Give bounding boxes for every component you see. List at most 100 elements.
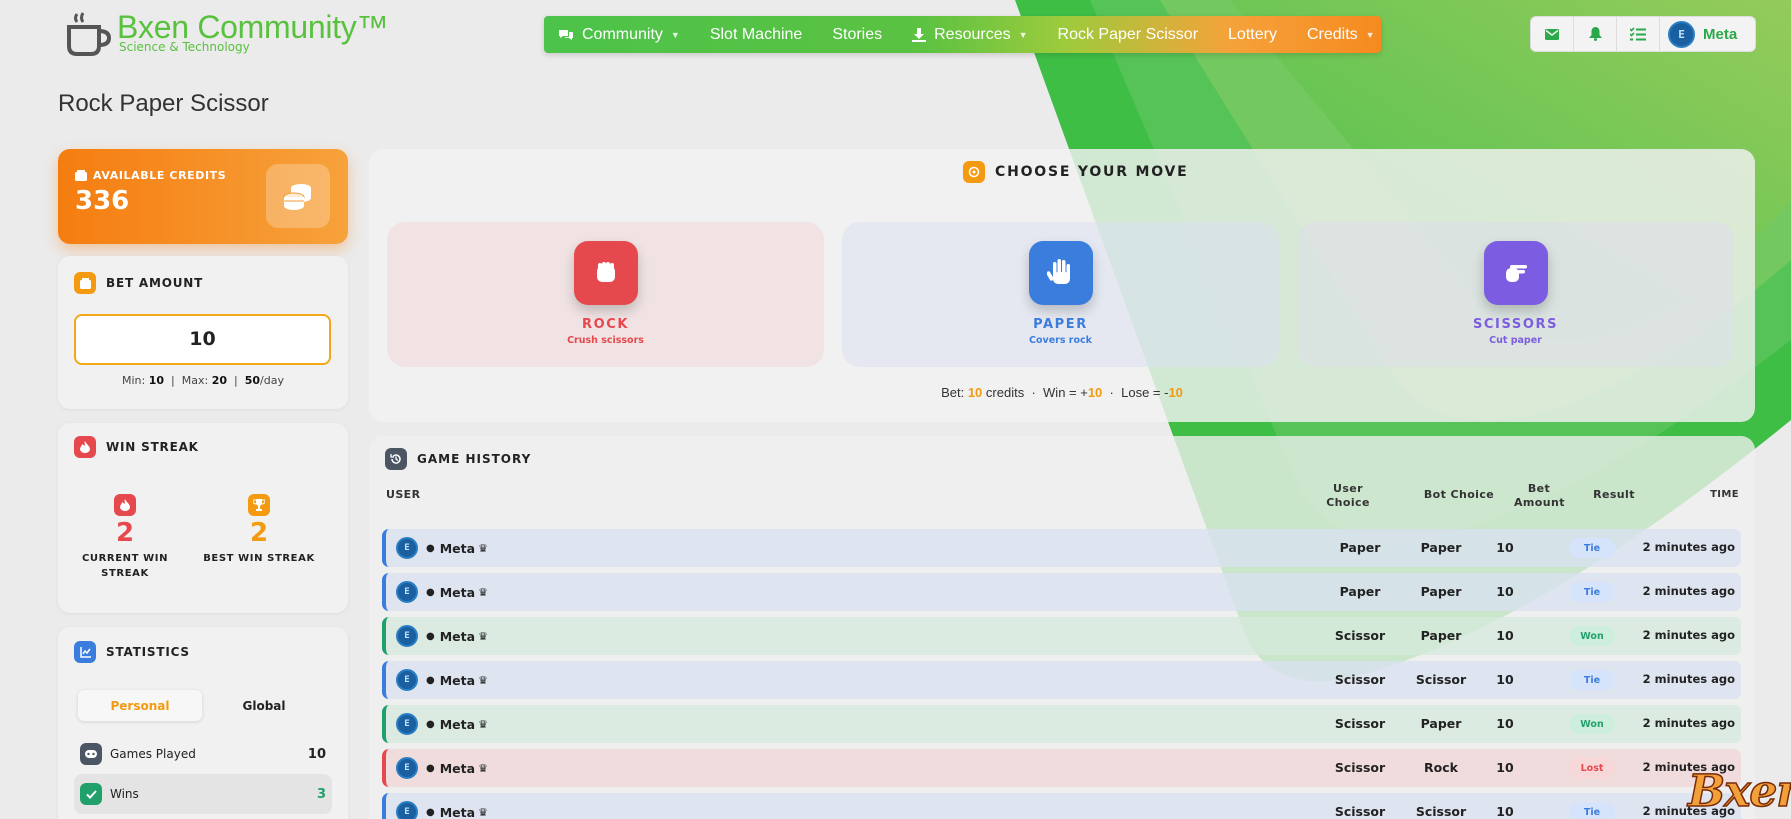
chat-icon xyxy=(559,29,573,40)
nav-item-credits[interactable]: Credits ▼ xyxy=(1307,26,1375,44)
crosshair-icon xyxy=(963,161,985,183)
move-description: Crush scissors xyxy=(567,335,644,346)
flame-icon xyxy=(114,494,136,516)
row-username: Meta xyxy=(439,804,476,819)
row-bot-choice: Scissor xyxy=(1415,804,1467,819)
stat-value: 10 xyxy=(307,746,326,762)
move-scissors-button[interactable]: SCISSORS Cut paper xyxy=(1297,222,1734,367)
nav-item-stories[interactable]: Stories xyxy=(832,26,882,44)
row-user[interactable]: E ● Meta ♛ xyxy=(396,801,488,819)
nav-item-community[interactable]: Community ▼ xyxy=(558,26,680,44)
row-username: Meta xyxy=(439,760,476,776)
nav-item-label: Credits xyxy=(1306,25,1358,43)
avatar: E xyxy=(396,537,418,559)
row-user-choice: Scissor xyxy=(1334,672,1386,687)
current-win-streak: 2 CURRENT WIN STREAK xyxy=(58,494,192,581)
open-hand-icon xyxy=(1028,241,1093,305)
row-bot-choice: Paper xyxy=(1420,716,1462,731)
row-user[interactable]: E ● Meta ♛ xyxy=(396,713,488,735)
table-row: E ● Meta ♛ Scissor Scissor 10 Tie 2 minutes ago xyxy=(382,793,1741,819)
check-icon xyxy=(80,783,102,805)
nav-item-lottery[interactable]: Lottery xyxy=(1228,26,1277,44)
brand-name: Bxen Community™ xyxy=(117,9,389,45)
row-time: 2 minutes ago xyxy=(1642,540,1735,554)
stat-wins: Wins 3 xyxy=(74,774,332,814)
row-user-choice: Scissor xyxy=(1334,716,1386,731)
brand[interactable]: Bxen Community™ Science & Technology xyxy=(65,10,388,56)
move-name: PAPER xyxy=(1033,317,1088,332)
status-badge: Won xyxy=(1569,714,1615,734)
row-bet-amount: 10 xyxy=(1496,760,1514,775)
game-history-title: GAME HISTORY xyxy=(417,452,532,466)
column-header-bet-amount: Bet Amount xyxy=(1514,482,1565,509)
crown-icon: ♛ xyxy=(478,717,488,731)
row-bet-amount: 10 xyxy=(1496,804,1514,819)
status-badge: Lost xyxy=(1569,758,1615,778)
avatar: E xyxy=(396,757,418,779)
statistics-tabs: Personal Global xyxy=(78,690,348,721)
row-bot-choice: Scissor xyxy=(1415,672,1467,687)
row-user[interactable]: E ● Meta ♛ xyxy=(396,757,488,779)
user-menu[interactable]: E Meta xyxy=(1660,20,1737,48)
status-badge: Tie xyxy=(1569,670,1615,690)
row-time: 2 minutes ago xyxy=(1642,672,1735,686)
notifications-button[interactable] xyxy=(1574,16,1617,52)
apple-icon: ● xyxy=(426,806,435,818)
scissors-hand-icon xyxy=(1483,241,1548,305)
avatar: E xyxy=(396,625,418,647)
nav-item-slot-machine[interactable]: Slot Machine xyxy=(710,26,803,44)
messages-button[interactable] xyxy=(1531,16,1574,52)
status-badge: Tie xyxy=(1569,538,1615,558)
avatar: E xyxy=(1668,20,1695,48)
win-streak-card: WIN STREAK 2 CURRENT WIN STREAK 2 BEST W… xyxy=(58,423,348,613)
coins-icon xyxy=(266,164,330,228)
envelope-icon xyxy=(1545,28,1559,40)
nav-item-rock-paper-scissor[interactable]: Rock Paper Scissor xyxy=(1058,26,1199,44)
bet-icon xyxy=(74,272,96,294)
row-bet-amount: 10 xyxy=(1496,672,1514,687)
crown-icon: ♛ xyxy=(478,673,488,687)
current-win-streak-value: 2 xyxy=(115,518,135,548)
row-username: Meta xyxy=(439,540,476,556)
stat-value: 3 xyxy=(316,786,326,802)
row-time: 2 minutes ago xyxy=(1642,716,1735,730)
move-description: Covers rock xyxy=(1029,335,1092,346)
row-username: Meta xyxy=(439,716,476,732)
row-user[interactable]: E ● Meta ♛ xyxy=(396,581,488,603)
row-user-choice: Scissor xyxy=(1334,628,1386,643)
row-bot-choice: Paper xyxy=(1420,628,1462,643)
column-header-user-choice: User Choice xyxy=(1326,482,1370,509)
nav-item-resources[interactable]: Resources ▼ xyxy=(912,26,1028,44)
bet-amount-input[interactable]: 10 xyxy=(74,314,331,365)
row-bet-amount: 10 xyxy=(1496,628,1514,643)
tab-personal[interactable]: Personal xyxy=(78,690,202,721)
row-bet-amount: 10 xyxy=(1496,584,1514,599)
row-user[interactable]: E ● Meta ♛ xyxy=(396,669,488,691)
row-user[interactable]: E ● Meta ♛ xyxy=(396,537,488,559)
apple-icon: ● xyxy=(426,718,435,730)
row-bot-choice: Paper xyxy=(1420,540,1462,555)
row-bot-choice: Rock xyxy=(1424,760,1458,775)
move-rock-button[interactable]: ROCK Crush scissors xyxy=(387,222,824,367)
tasks-button[interactable] xyxy=(1617,16,1660,52)
nav-item-label: Lottery xyxy=(1228,25,1277,43)
move-paper-button[interactable]: PAPER Covers rock xyxy=(842,222,1279,367)
main-nav: Community ▼ Slot Machine Stories Resourc… xyxy=(544,16,1381,53)
statistics-card: STATISTICS Personal Global Games Played … xyxy=(58,627,348,819)
move-name: SCISSORS xyxy=(1472,317,1559,332)
user-toolbar: E Meta xyxy=(1530,16,1756,52)
bell-icon xyxy=(1588,27,1602,41)
row-time: 2 minutes ago xyxy=(1642,628,1735,642)
row-user-choice: Paper xyxy=(1339,584,1381,599)
column-header-bot-choice: Bot Choice xyxy=(1423,488,1495,501)
trophy-icon xyxy=(248,494,270,516)
chevron-down-icon: ▼ xyxy=(670,29,680,40)
column-header-time: TIME xyxy=(1710,489,1739,500)
status-badge: Tie xyxy=(1569,582,1615,602)
tab-global[interactable]: Global xyxy=(202,690,326,721)
game-history-card: GAME HISTORY USER User Choice Bot Choice… xyxy=(369,436,1755,819)
best-win-streak-value: 2 xyxy=(249,518,269,548)
nav-item-label: Slot Machine xyxy=(709,25,803,43)
row-user[interactable]: E ● Meta ♛ xyxy=(396,625,488,647)
flame-icon xyxy=(74,436,96,458)
